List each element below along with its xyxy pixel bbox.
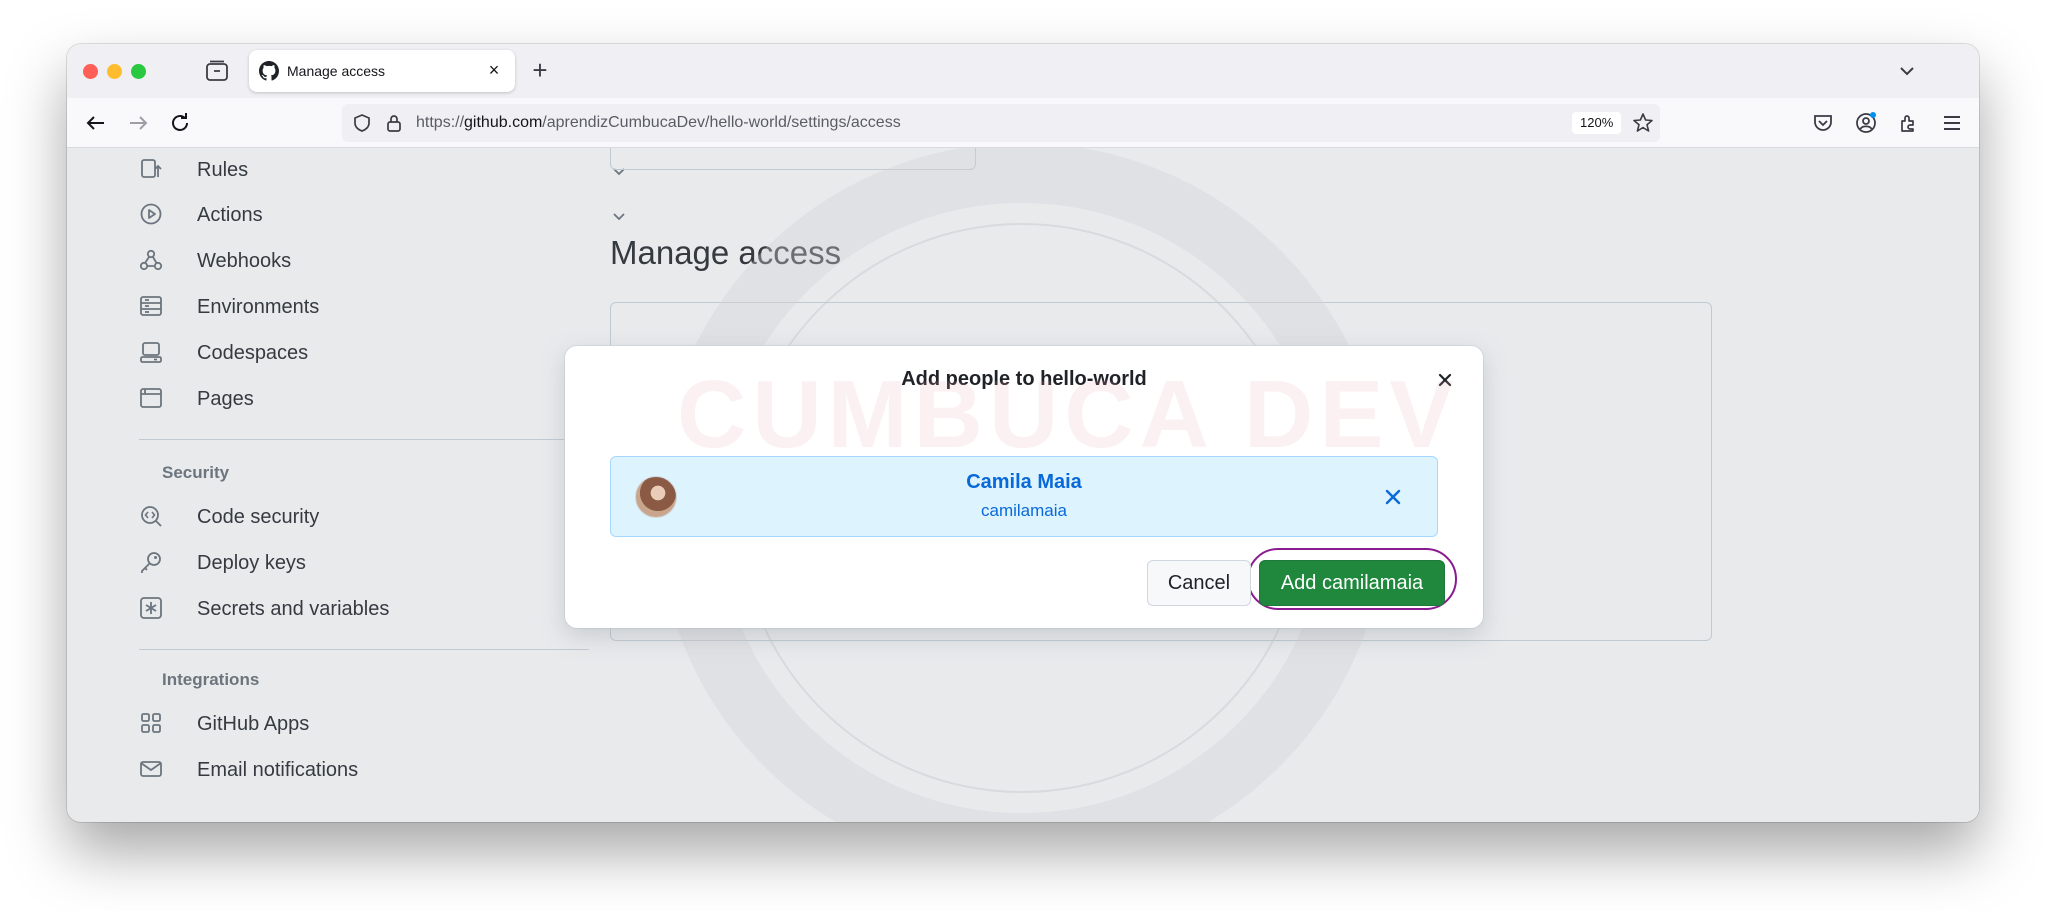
- tab-bar: Manage access × +: [67, 44, 1979, 98]
- menu-icon[interactable]: [1939, 110, 1965, 136]
- navigation-bar: https://github.com/aprendizCumbucaDev/he…: [67, 98, 1979, 148]
- url-prefix: https://: [416, 114, 465, 131]
- account-icon[interactable]: [1853, 110, 1879, 136]
- chevron-down-icon[interactable]: [1895, 59, 1919, 83]
- lock-icon[interactable]: [384, 113, 404, 133]
- watermark-text: CUMBUCA DEV: [677, 361, 1460, 468]
- extensions-icon[interactable]: [1896, 110, 1922, 136]
- tab-close-icon[interactable]: ×: [483, 59, 505, 81]
- new-tab-button[interactable]: +: [525, 56, 555, 86]
- pocket-icon[interactable]: [1810, 110, 1836, 136]
- url-text[interactable]: https://github.com/aprendizCumbucaDev/he…: [416, 114, 901, 132]
- minimize-window-button[interactable]: [107, 64, 122, 79]
- browser-window: Manage access × + https://github.com/apr…: [67, 44, 1979, 822]
- cancel-button[interactable]: Cancel: [1147, 560, 1251, 606]
- tab-manage-access[interactable]: Manage access ×: [249, 50, 515, 92]
- forward-arrow-icon[interactable]: [125, 110, 151, 136]
- bookmark-star-icon[interactable]: [1632, 112, 1654, 134]
- user-full-name[interactable]: Camila Maia: [611, 471, 1437, 494]
- url-domain: github.com: [464, 114, 543, 131]
- shield-icon[interactable]: [352, 113, 372, 133]
- tab-overview-icon[interactable]: [205, 60, 229, 82]
- add-user-button[interactable]: Add camilamaia: [1259, 560, 1445, 606]
- back-arrow-icon[interactable]: [83, 110, 109, 136]
- remove-user-icon[interactable]: [1381, 485, 1405, 509]
- reload-icon[interactable]: [167, 110, 193, 136]
- tab-title: Manage access: [287, 63, 386, 79]
- user-login[interactable]: camilamaia: [611, 501, 1437, 521]
- zoom-level-badge[interactable]: 120%: [1572, 112, 1622, 134]
- page-content: Rules Actions Webhooks Environments Code…: [67, 148, 1979, 822]
- close-window-button[interactable]: [83, 64, 98, 79]
- url-path: /aprendizCumbucaDev/hello-world/settings…: [542, 114, 901, 131]
- maximize-window-button[interactable]: [131, 64, 146, 79]
- url-bar[interactable]: https://github.com/aprendizCumbucaDev/he…: [342, 104, 1660, 142]
- github-icon: [259, 61, 279, 81]
